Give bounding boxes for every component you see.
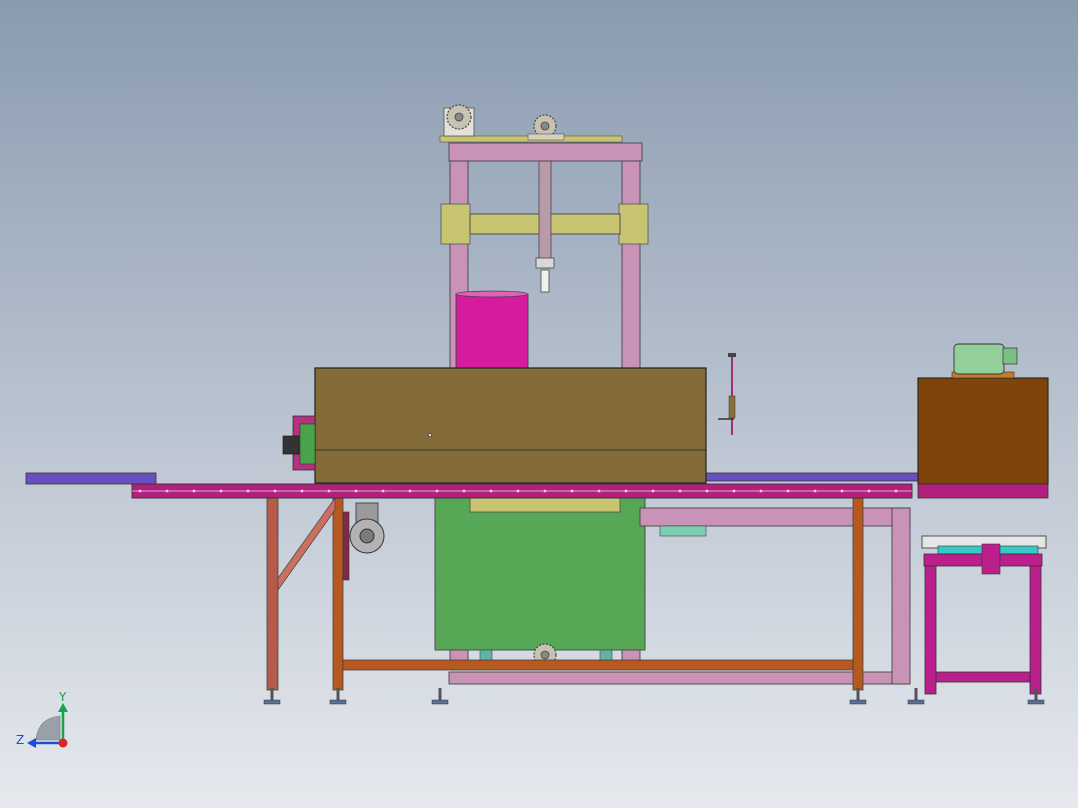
orange-right-leg [852,497,864,691]
rail-bolt [786,489,790,493]
cylinder-barrel [538,160,552,262]
rail-bolt [489,489,493,493]
cabinet-body [917,377,1049,485]
rail-bolt [678,489,682,493]
guide-block-right [618,203,649,245]
oven-housing [314,367,707,484]
rail-bolt [246,489,250,493]
rail-bolt [516,489,520,493]
rail-bolt [435,489,439,493]
table-bottom-rail [935,671,1031,683]
rail-bolt [894,489,898,493]
rail-bolt [354,489,358,493]
rail-bolt [300,489,304,493]
rail-bolt [651,489,655,493]
drum-body [455,293,529,371]
rail-bolt [840,489,844,493]
cabinet-base [917,483,1049,499]
hopper-body [434,497,646,651]
rail-bolt [219,489,223,493]
motor-plate [342,511,350,581]
motor-shaft [359,528,375,544]
clevis [540,269,550,293]
support-bracket [659,525,707,537]
cylinder-rod-end [535,257,555,269]
rail-bolt [867,489,871,493]
magenta-drum [455,290,529,371]
panel-knobs [282,435,300,455]
rail-bolt [165,489,169,493]
rail-bolt [138,489,142,493]
drive-sprocket-right [533,114,557,138]
hopper-crossbar [469,497,621,513]
drive-sprocket-left [446,104,472,130]
rail-bolt [327,489,331,493]
rail-bolt [543,489,547,493]
guide-block-left [440,203,471,245]
frame-bottom-beam [448,671,911,685]
rail-bolt [381,489,385,493]
rail-bolt [705,489,709,493]
orange-bottom-rail [342,659,854,671]
z-axis-label: Z [16,733,24,747]
conveyor-belt-left [25,472,157,485]
green-hopper [434,497,646,667]
rail-bolt [273,489,277,493]
triad-origin [58,738,68,748]
orange-left-leg [332,497,344,691]
rail-bolt [570,489,574,493]
fan-motor-box [1002,347,1018,365]
table-right-leg [1029,565,1042,695]
frame-top-beam [448,142,643,162]
cad-viewport[interactable]: Y Z [0,0,1078,808]
rail-bolt [192,489,196,493]
fan-motor [953,343,1005,375]
panel-green [299,423,316,465]
rail-bolt [732,489,736,493]
y-axis-label: Y [58,690,67,704]
oven-indicator [428,433,432,437]
support-top-beam [639,507,911,527]
table-left-leg [924,565,937,695]
rail-bolt [813,489,817,493]
rail-bolt [759,489,763,493]
probe-cap [728,353,736,357]
rail-bolt [408,489,412,493]
sprocket-mount [527,133,565,141]
table-bracket [981,543,1001,575]
red-leg [266,497,279,691]
oven-body [314,367,707,484]
rail-bolt [462,489,466,493]
probe-body [728,395,736,419]
assembly-side-view: Y Z [0,0,1078,808]
support-right-post [891,507,911,685]
drum-top [455,290,529,298]
rail-bolt [624,489,628,493]
rail-bolt [597,489,601,493]
